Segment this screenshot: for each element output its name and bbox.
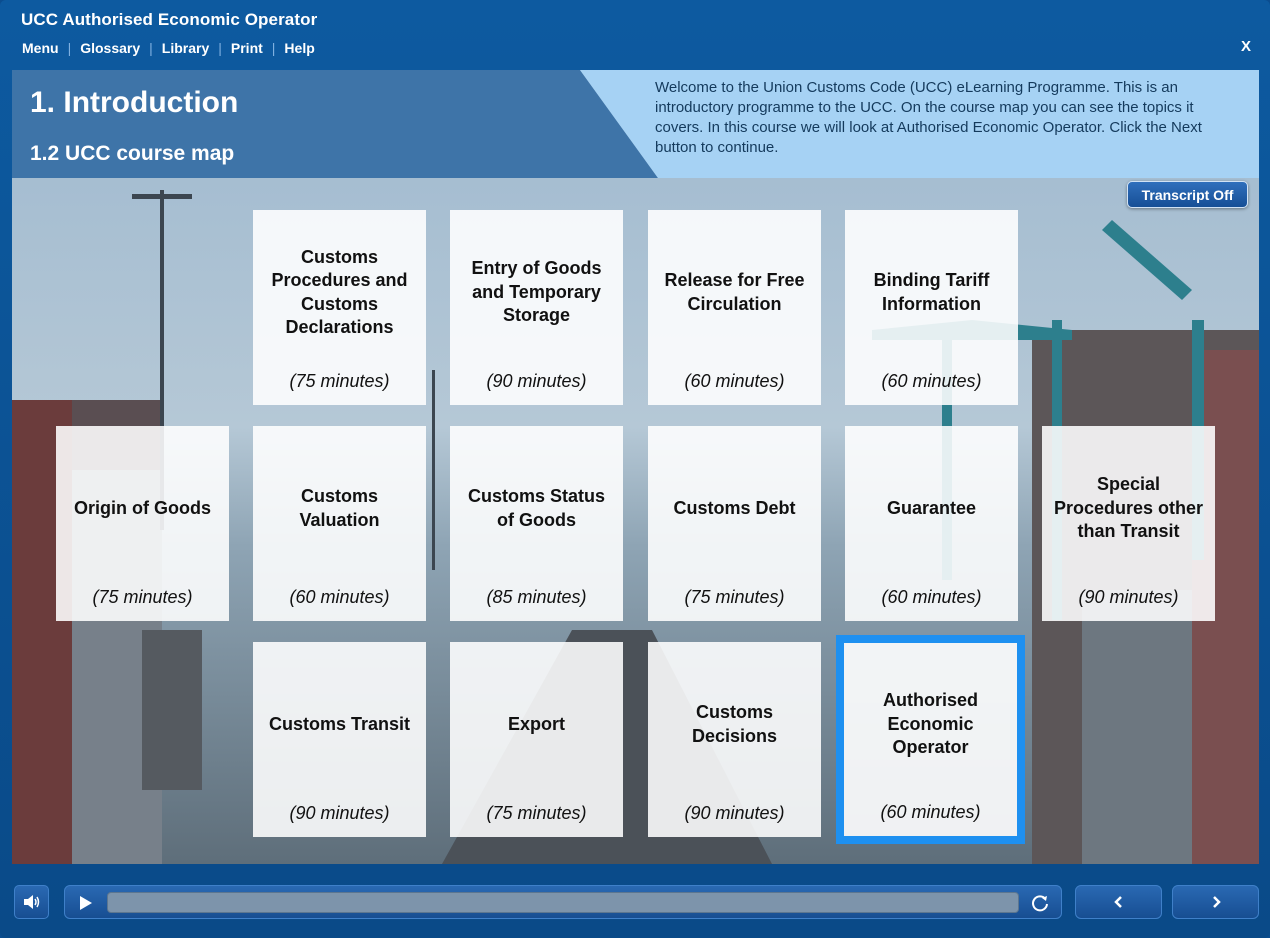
course-tile-duration: (60 minutes): [684, 370, 785, 391]
play-button[interactable]: [75, 892, 97, 914]
course-tile-duration: (75 minutes): [92, 586, 193, 607]
app-title: UCC Authorised Economic Operator: [21, 10, 318, 29]
course-tile-duration: (90 minutes): [1078, 586, 1179, 607]
nav-help[interactable]: Help: [284, 40, 314, 56]
course-tile-selected[interactable]: Authorised Economic Operator (60 minutes…: [836, 635, 1025, 844]
course-tile[interactable]: Binding Tariff Information (60 minutes): [845, 210, 1018, 405]
course-tile[interactable]: Customs Debt (75 minutes): [648, 426, 821, 621]
course-tile[interactable]: Entry of Goods and Temporary Storage (90…: [450, 210, 623, 405]
course-tile[interactable]: Origin of Goods (75 minutes): [56, 426, 229, 621]
previous-button[interactable]: [1075, 885, 1162, 919]
course-tile-duration: (90 minutes): [486, 370, 587, 391]
course-tile-title: Origin of Goods: [74, 497, 211, 518]
transcript-toggle-button[interactable]: Transcript Off: [1127, 181, 1248, 208]
nav-menu[interactable]: Menu: [22, 40, 59, 56]
playback-bar: [64, 885, 1062, 919]
course-tile-title: Customs Transit: [268, 713, 411, 734]
course-tile-title: Special Procedures other than Transit: [1053, 474, 1204, 542]
course-tile[interactable]: Special Procedures other than Transit (9…: [1042, 426, 1215, 621]
course-tile-duration: (60 minutes): [880, 801, 981, 822]
course-tile-title: Release for Free Circulation: [664, 270, 805, 314]
chevron-left-icon: [1113, 896, 1122, 908]
course-tile[interactable]: Customs Procedures and Customs Declarati…: [253, 210, 426, 405]
course-tile-duration: (60 minutes): [881, 586, 982, 607]
course-tile[interactable]: Customs Valuation (60 minutes): [253, 426, 426, 621]
course-tile-duration: (75 minutes): [486, 802, 587, 823]
course-tile-duration: (75 minutes): [684, 586, 785, 607]
app-window: UCC Authorised Economic Operator Menu | …: [0, 0, 1270, 938]
nav-separator: |: [67, 40, 72, 56]
next-button[interactable]: [1172, 885, 1259, 919]
intro-text: Welcome to the Union Customs Code (UCC) …: [655, 79, 1202, 156]
course-tile-duration: (90 minutes): [289, 802, 390, 823]
replay-button[interactable]: [1028, 891, 1052, 915]
course-tile-title: Customs Debt: [673, 497, 796, 518]
course-tile-title: Entry of Goods and Temporary Storage: [471, 258, 602, 326]
course-tile-duration: (60 minutes): [289, 586, 390, 607]
course-tile-title: Customs Decisions: [691, 702, 778, 746]
progress-track[interactable]: [107, 892, 1019, 913]
close-button[interactable]: X: [1241, 38, 1251, 55]
course-tile-duration: (75 minutes): [289, 370, 390, 391]
course-tile-title: Customs Procedures and Customs Declarati…: [271, 246, 408, 338]
page-subtitle: 1.2 UCC course map: [30, 142, 235, 165]
nav-library[interactable]: Library: [162, 40, 209, 56]
course-tile[interactable]: Release for Free Circulation (60 minutes…: [648, 210, 821, 405]
nav-separator: |: [218, 40, 222, 56]
course-tile-title: Export: [507, 713, 565, 734]
page-title: 1. Introduction: [30, 86, 239, 119]
course-tile[interactable]: Customs Transit (90 minutes): [253, 642, 426, 837]
course-tile[interactable]: Guarantee (60 minutes): [845, 426, 1018, 621]
replay-icon: [1032, 895, 1048, 912]
nav-separator: |: [149, 40, 153, 56]
course-tile[interactable]: Customs Status of Goods (85 minutes): [450, 426, 623, 621]
course-tile-title: Customs Valuation: [299, 486, 380, 530]
nav-glossary[interactable]: Glossary: [80, 40, 140, 56]
content-panel: 1. Introduction 1.2 UCC course map Welco…: [12, 70, 1259, 864]
course-tile-title: Customs Status of Goods: [467, 486, 606, 530]
course-tile-title: Guarantee: [886, 497, 977, 518]
course-tile-duration: (85 minutes): [486, 586, 587, 607]
course-tile[interactable]: Export (75 minutes): [450, 642, 623, 837]
nav-separator: |: [271, 40, 276, 56]
nav-print[interactable]: Print: [231, 40, 263, 56]
top-nav: Menu | Glossary | Library | Print | Help: [22, 40, 315, 56]
course-tile-duration: (60 minutes): [881, 370, 982, 391]
speaker-icon: [23, 895, 39, 909]
course-tile-duration: (90 minutes): [684, 802, 785, 823]
audio-button[interactable]: [14, 885, 49, 919]
chevron-right-icon: [1212, 896, 1221, 908]
course-tile-title: Authorised Economic Operator: [882, 690, 978, 758]
play-icon: [80, 896, 92, 910]
course-tile-title: Binding Tariff Information: [873, 270, 990, 314]
course-tile[interactable]: Customs Decisions (90 minutes): [648, 642, 821, 837]
